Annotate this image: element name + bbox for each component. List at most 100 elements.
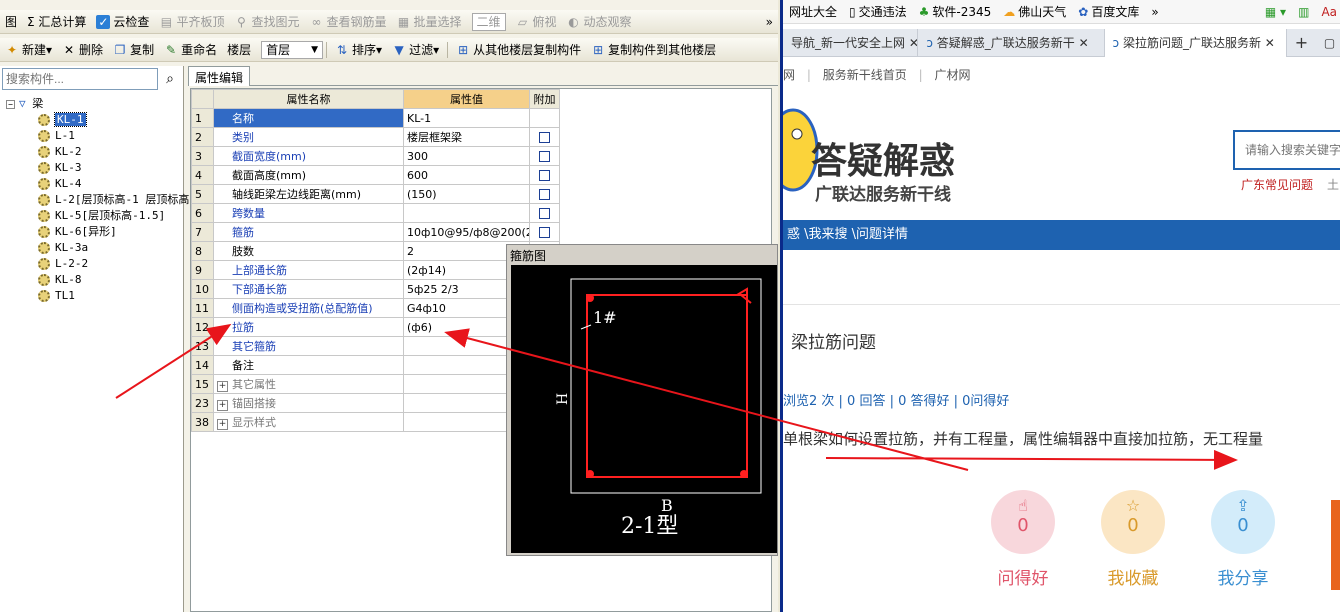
- tree-item[interactable]: TL1: [38, 288, 209, 304]
- action-share[interactable]: ⇪ 0 我分享: [1211, 490, 1275, 589]
- property-value[interactable]: [403, 203, 530, 223]
- table-row[interactable]: 3 截面宽度(mm) 300: [191, 146, 560, 166]
- property-value[interactable]: (150): [403, 184, 530, 204]
- sort-button[interactable]: ⇅ 排序 ▾: [330, 39, 387, 61]
- close-icon[interactable]: ✕: [909, 36, 917, 50]
- tree-root-beam[interactable]: − ▽ 梁: [6, 96, 209, 112]
- nav-link-wang[interactable]: 网: [783, 68, 795, 82]
- action-ask-good[interactable]: ☝ 0 问得好: [991, 490, 1055, 589]
- nav-link-gcw[interactable]: 广材网: [934, 68, 970, 82]
- tree-item[interactable]: KL-8: [38, 272, 209, 288]
- table-row[interactable]: 7 箍筋 10ф10@95/ф8@200(2): [191, 222, 560, 242]
- search-icon[interactable]: ⌕: [160, 68, 180, 90]
- table-row[interactable]: 4 截面高度(mm) 600: [191, 165, 560, 185]
- hot-link-guangdong[interactable]: 广东常见问题: [1241, 176, 1313, 193]
- extra-checkbox[interactable]: [539, 132, 550, 143]
- toolbar-overflow[interactable]: »: [761, 11, 778, 33]
- table-row[interactable]: 6 跨数量: [191, 203, 560, 223]
- tree-item[interactable]: L-2[层顶标高-1 层顶标高-1]: [38, 192, 209, 208]
- tree-item[interactable]: KL-5[层顶标高-1.5]: [38, 208, 209, 224]
- property-value[interactable]: 10ф10@95/ф8@200(2): [403, 222, 530, 242]
- view-2d-dropdown[interactable]: 二维: [467, 11, 511, 33]
- find-element-button[interactable]: ⚲ 查找图元: [229, 11, 304, 33]
- table-row[interactable]: 1 名称 KL-1: [191, 108, 560, 128]
- extra-checkbox[interactable]: [539, 189, 550, 200]
- site-search-input[interactable]: [1233, 130, 1340, 170]
- extra-checkbox[interactable]: [539, 151, 550, 162]
- tree-item[interactable]: KL-2: [38, 144, 209, 160]
- property-value[interactable]: 600: [403, 165, 530, 185]
- table-row[interactable]: 12 拉筋 (ф6): [191, 317, 560, 337]
- expand-icon[interactable]: +: [217, 381, 228, 392]
- apps-icon[interactable]: ▦ ▾: [1259, 5, 1292, 19]
- property-value[interactable]: 300: [403, 146, 530, 166]
- bookmark-wenku[interactable]: ✿ 百度文库: [1072, 3, 1145, 20]
- table-row[interactable]: 9 上部通长筋 (2ф14): [191, 260, 560, 280]
- batch-select-button[interactable]: ▦ 批量选择: [391, 11, 466, 33]
- browser-tab-1[interactable]: 导航_新一代安全上网 ✕: [783, 29, 919, 57]
- view-rebar-button[interactable]: ∞ 查看钢筋量: [304, 11, 391, 33]
- table-row[interactable]: 23 + 锚固搭接: [191, 393, 560, 413]
- copy-to-floor-button[interactable]: ⊞ 复制构件到其他楼层: [586, 39, 721, 61]
- property-value[interactable]: 楼层框架梁: [403, 127, 530, 147]
- floor-select[interactable]: 首层 ▼: [256, 39, 324, 61]
- level-slab-top-button[interactable]: ▤ 平齐板顶: [154, 11, 229, 33]
- orbit-view-button[interactable]: ◐ 动态观察: [562, 11, 637, 33]
- extra-checkbox[interactable]: [539, 208, 550, 219]
- browser-tab-2[interactable]: ↄ 答疑解惑_广联达服务新干 ✕: [918, 29, 1105, 57]
- close-icon[interactable]: ✕: [1079, 36, 1089, 50]
- top-view-button[interactable]: ▱ 俯视: [511, 11, 562, 33]
- feedback-side-tab[interactable]: [1331, 500, 1340, 590]
- hot-link-more[interactable]: 土: [1327, 176, 1339, 193]
- copy-from-floor-button[interactable]: ⊞ 从其他楼层复制构件: [451, 39, 586, 61]
- bookmark-weather[interactable]: ☁ 佛山天气: [997, 3, 1072, 20]
- table-row[interactable]: 8 肢数 2: [191, 241, 560, 261]
- toolbar-item-tu[interactable]: 图: [0, 11, 22, 33]
- bookmarks-overflow[interactable]: »: [1145, 5, 1164, 19]
- breadcrumb[interactable]: 惑 \我来搜 \问题详情: [783, 220, 1340, 250]
- tree-item[interactable]: L-2-2: [38, 256, 209, 272]
- tree-item[interactable]: KL-1: [38, 112, 209, 128]
- bookmark-2345[interactable]: ♣ 软件-2345: [913, 3, 998, 20]
- expand-icon[interactable]: +: [217, 419, 228, 430]
- browser-tab-3[interactable]: ↄ 梁拉筋问题_广联达服务新 ✕: [1104, 29, 1287, 57]
- tree-item[interactable]: KL-3a: [38, 240, 209, 256]
- new-button[interactable]: ✦ 新建 ▾: [0, 39, 57, 61]
- tree-item[interactable]: KL-4: [38, 176, 209, 192]
- table-row[interactable]: 11 侧面构造或受扭筋(总配筋值) G4ф10: [191, 298, 560, 318]
- table-row[interactable]: 15 + 其它属性: [191, 374, 560, 394]
- tab-property-editor[interactable]: 属性编辑: [188, 66, 251, 86]
- collapse-icon[interactable]: −: [6, 100, 15, 109]
- table-row[interactable]: 38 + 显示样式: [191, 412, 560, 432]
- tree-item[interactable]: KL-6[异形]: [38, 224, 209, 240]
- pdf-icon[interactable]: Aa: [1315, 5, 1340, 19]
- action-label: 我分享: [1217, 569, 1269, 589]
- table-row[interactable]: 13 其它箍筋: [191, 336, 560, 356]
- property-value[interactable]: KL-1: [403, 108, 530, 128]
- filter-button[interactable]: ▼ 过滤 ▾: [387, 39, 444, 61]
- search-input[interactable]: [2, 68, 158, 90]
- table-row[interactable]: 5 轴线距梁左边线距离(mm) (150): [191, 184, 560, 204]
- extra-checkbox[interactable]: [539, 227, 550, 238]
- tree-item[interactable]: KL-3: [38, 160, 209, 176]
- tab-list-icon[interactable]: ▢: [1316, 29, 1340, 57]
- summary-calc-button[interactable]: Σ 汇总计算: [22, 11, 91, 33]
- bookmark-url-hub[interactable]: 网址大全: [783, 3, 843, 20]
- new-tab-button[interactable]: +: [1287, 29, 1316, 57]
- tree-item[interactable]: L-1: [38, 128, 209, 144]
- reader-icon[interactable]: ▥: [1292, 5, 1315, 19]
- bookmark-traffic[interactable]: ▯ 交通违法: [843, 3, 913, 20]
- table-row[interactable]: 14 备注: [191, 355, 560, 375]
- rename-button[interactable]: ✎ 重命名: [159, 39, 222, 61]
- cloud-check-button[interactable]: ✓ 云检查: [91, 11, 154, 33]
- table-row[interactable]: 2 类别 楼层框架梁: [191, 127, 560, 147]
- nav-link-home[interactable]: 服务新干线首页: [823, 68, 907, 82]
- delete-button[interactable]: ✕ 删除: [57, 39, 108, 61]
- copy-button[interactable]: ❐ 复制: [108, 39, 159, 61]
- action-favorite[interactable]: ☆ 0 我收藏: [1101, 490, 1165, 589]
- extra-checkbox[interactable]: [539, 170, 550, 181]
- table-row[interactable]: 10 下部通长筋 5ф25 2/3: [191, 279, 560, 299]
- expand-icon[interactable]: +: [217, 400, 228, 411]
- popup-title[interactable]: 箍筋图: [507, 245, 777, 263]
- close-icon[interactable]: ✕: [1265, 36, 1275, 50]
